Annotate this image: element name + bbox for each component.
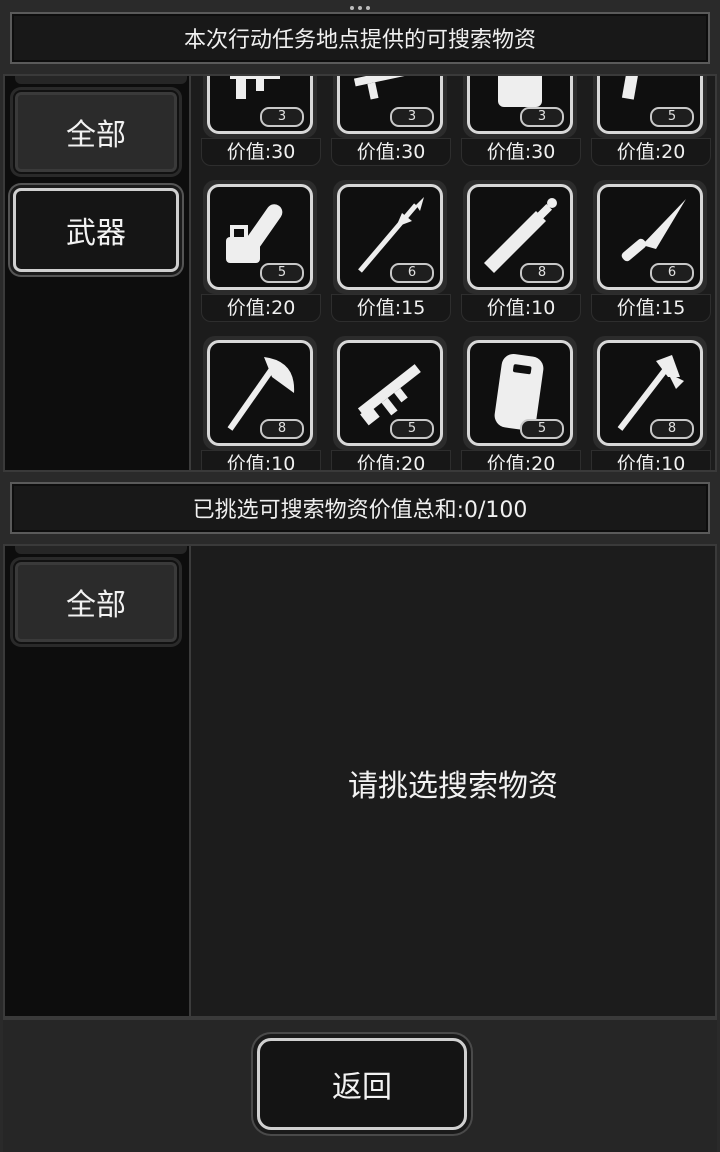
item-value: 价值:30 — [331, 138, 451, 166]
item-count: 3 — [390, 107, 434, 127]
supply-item[interactable]: 3 价值:30 — [331, 76, 451, 168]
back-button[interactable]: 返回 — [257, 1038, 467, 1130]
upper-category-sidebar: 全部 武器 — [5, 76, 191, 470]
category-tab-weapons[interactable]: 武器 — [13, 188, 179, 272]
supply-item[interactable]: 3 价值:30 — [461, 76, 581, 168]
item-value: 价值:20 — [201, 294, 321, 322]
item-value: 价值:15 — [591, 294, 711, 322]
selected-supplies-panel: 全部 请挑选搜索物资 — [3, 544, 717, 1018]
supply-item[interactable]: 6 价值:15 — [591, 180, 711, 324]
empty-selection-hint: 请挑选搜索物资 — [348, 769, 558, 804]
upper-item-grid-area[interactable]: 3 价值:30 3 价值:30 3 价值:30 5 价值:20 5 价值:20 … — [191, 76, 715, 470]
selected-category-tab-all[interactable]: 全部 — [13, 560, 179, 644]
item-value: 价值:30 — [201, 138, 321, 166]
selected-items-area: 请挑选搜索物资 — [191, 546, 715, 1016]
supply-item[interactable]: 5 价值:20 — [331, 336, 451, 470]
item-count: 6 — [650, 263, 694, 283]
category-tab-weapons-label: 武器 — [66, 216, 126, 251]
supply-item[interactable]: 8 价值:10 — [591, 336, 711, 470]
supply-item[interactable]: 8 价值:10 — [201, 336, 321, 470]
supply-item-grid: 3 价值:30 3 价值:30 3 价值:30 5 价值:20 5 价值:20 … — [201, 76, 711, 470]
item-value: 价值:10 — [591, 450, 711, 470]
sidebar-notch — [15, 76, 187, 84]
sidebar-notch — [15, 546, 187, 554]
selected-total-banner: 已挑选可搜索物资价值总和:0/100 — [10, 482, 710, 534]
item-count: 8 — [650, 419, 694, 439]
back-button-label: 返回 — [332, 1070, 392, 1105]
selected-category-tab-all-label: 全部 — [66, 588, 126, 623]
item-count: 5 — [650, 107, 694, 127]
item-count: 5 — [520, 419, 564, 439]
item-value: 价值:30 — [461, 138, 581, 166]
supply-item[interactable]: 8 价值:10 — [461, 180, 581, 324]
lower-category-sidebar: 全部 — [5, 546, 191, 1016]
item-count: 8 — [520, 263, 564, 283]
item-count: 8 — [260, 419, 304, 439]
supply-item[interactable]: 3 价值:30 — [201, 76, 321, 168]
supply-item[interactable]: 6 价值:15 — [331, 180, 451, 324]
item-value: 价值:20 — [331, 450, 451, 470]
supply-item[interactable]: 5 价值:20 — [591, 76, 711, 168]
selected-total-text: 已挑选可搜索物资价值总和:0/100 — [192, 498, 528, 523]
item-count: 5 — [390, 419, 434, 439]
available-supplies-banner: 本次行动任务地点提供的可搜索物资 — [10, 12, 710, 64]
category-tab-all[interactable]: 全部 — [13, 90, 179, 174]
category-tab-all-label: 全部 — [66, 118, 126, 153]
item-count: 6 — [390, 263, 434, 283]
item-value: 价值:20 — [461, 450, 581, 470]
item-value: 价值:20 — [591, 138, 711, 166]
footer-bar: 返回 — [3, 1018, 717, 1152]
supply-item[interactable]: 5 价值:20 — [201, 180, 321, 324]
supply-item[interactable]: 5 价值:20 — [461, 336, 581, 470]
item-count: 5 — [260, 263, 304, 283]
available-supplies-panel: 全部 武器 3 价值:30 3 价值:30 3 价值:30 5 价值:20 5 … — [3, 74, 717, 472]
item-count: 3 — [520, 107, 564, 127]
item-value: 价值:10 — [201, 450, 321, 470]
item-count: 3 — [260, 107, 304, 127]
item-value: 价值:15 — [331, 294, 451, 322]
available-supplies-title: 本次行动任务地点提供的可搜索物资 — [183, 28, 536, 53]
item-value: 价值:10 — [461, 294, 581, 322]
